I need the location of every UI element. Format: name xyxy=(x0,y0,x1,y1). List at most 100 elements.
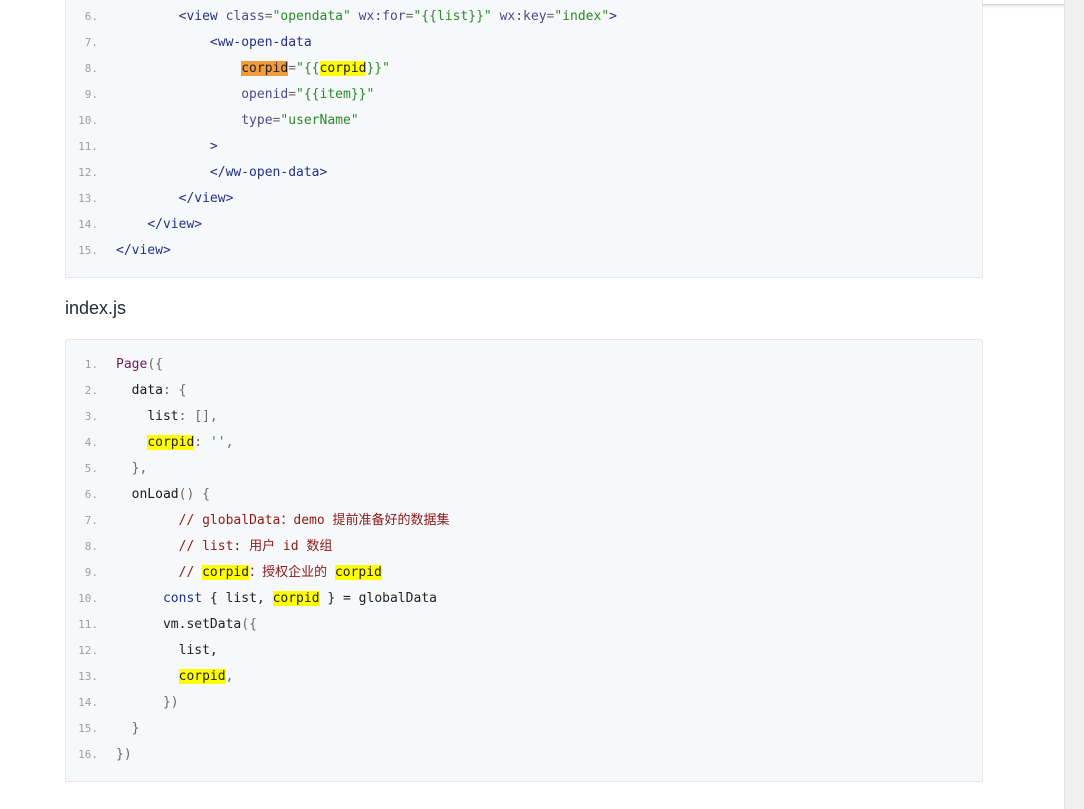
code-token: : [], xyxy=(178,409,218,424)
code-text: type="userName" xyxy=(116,108,358,134)
page-scrollbar[interactable] xyxy=(1064,0,1084,809)
line-number: 4. xyxy=(84,436,98,449)
line-number: 5. xyxy=(84,462,98,475)
line-number: 1. xyxy=(84,358,98,371)
line-number: 13. xyxy=(78,670,98,683)
code-line: 10. type="userName" xyxy=(66,108,982,134)
line-number: 15. xyxy=(78,244,98,257)
code-line: 6. onLoad() { xyxy=(66,482,982,508)
code-token: = xyxy=(288,87,297,102)
code-token: }) xyxy=(116,747,132,762)
line-number: 8. xyxy=(84,62,98,75)
code-token: corpid xyxy=(178,669,226,684)
code-text: } xyxy=(116,716,140,742)
code-token: } = globalData xyxy=(319,591,437,606)
code-text: </view> xyxy=(116,238,171,264)
code-token: "{{list}}" xyxy=(413,9,492,24)
code-line: 5. }, xyxy=(66,456,982,482)
code-text: corpid: '', xyxy=(116,430,233,456)
code-token: data xyxy=(131,383,163,398)
line-number: 7. xyxy=(84,36,98,49)
code-token: const xyxy=(162,591,203,606)
code-token: = xyxy=(264,9,273,24)
line-number: 11. xyxy=(78,618,98,631)
code-token: ({ xyxy=(147,357,163,372)
code-token: '' xyxy=(209,435,226,450)
code-token: > xyxy=(609,9,617,24)
code-line: 9. // corpid：授权企业的 corpid xyxy=(66,560,982,586)
code-text: corpid="{{corpid}}" xyxy=(116,56,390,82)
code-token: wx:for xyxy=(358,9,406,24)
code-token: list xyxy=(147,409,179,424)
code-block-index-js: 1. Page({2. data: {3. list: [], 4. corpid:… xyxy=(65,339,983,782)
code-token: <ww-open-data xyxy=(209,35,312,50)
code-line: 13. </view> xyxy=(66,186,982,212)
code-token: corpid xyxy=(202,565,250,580)
code-line: 15. } xyxy=(66,716,982,742)
code-token: { list, xyxy=(202,591,273,606)
code-token: = xyxy=(288,61,297,76)
line-number: 3. xyxy=(84,410,98,423)
code-token: ：授权企业的 xyxy=(249,565,335,580)
code-text: openid="{{item}}" xyxy=(116,82,374,108)
code-token: onLoad xyxy=(131,487,179,502)
line-number: 13. xyxy=(78,192,98,205)
code-text: // corpid：授权企业的 corpid xyxy=(116,560,382,586)
code-token: </ww-open-data> xyxy=(209,165,328,180)
code-token: }, xyxy=(131,461,148,476)
code-text: }) xyxy=(116,690,179,716)
code-line: 10. const { list, corpid } = globalData xyxy=(66,586,982,612)
code-token: : xyxy=(194,435,210,450)
code-token: <view xyxy=(178,9,226,24)
code-text: <ww-open-data xyxy=(116,30,312,56)
code-line: 16.}) xyxy=(66,742,982,768)
code-line: 12. </ww-open-data> xyxy=(66,160,982,186)
code-token: "index" xyxy=(554,9,610,24)
code-line: 14. </view> xyxy=(66,212,982,238)
line-number: 9. xyxy=(84,566,98,579)
line-number: 12. xyxy=(78,644,98,657)
code-line: 9. openid="{{item}}" xyxy=(66,82,982,108)
code-line: 15. </view> xyxy=(66,238,982,264)
code-token: corpid xyxy=(241,61,289,76)
line-number: 10. xyxy=(78,592,98,605)
line-number: 16. xyxy=(78,748,98,761)
code-line: 8. // list: 用户 id 数组 xyxy=(66,534,982,560)
code-token: "{{item}}" xyxy=(296,87,375,102)
code-line: 11. vm.setData({ xyxy=(66,612,982,638)
code-text: </view> xyxy=(116,212,202,238)
code-token: : { xyxy=(162,383,187,398)
code-line: 7. // globalData：demo 提前准备好的数据集 xyxy=(66,508,982,534)
code-token: // list: 用户 id 数组 xyxy=(178,539,333,554)
code-block-wxml: 6. <view class="opendata" wx:for="{{list… xyxy=(65,0,983,278)
code-token: "opendata" xyxy=(272,9,351,24)
code-token: // xyxy=(178,565,203,580)
code-text: list, xyxy=(116,638,218,664)
line-number: 9. xyxy=(84,88,98,101)
line-number: 15. xyxy=(78,722,98,735)
line-number: 11. xyxy=(78,140,98,153)
code-token: </view> xyxy=(178,191,234,206)
code-token: </view> xyxy=(116,243,171,258)
code-text: onLoad() { xyxy=(116,482,210,508)
code-line: 13. corpid, xyxy=(66,664,982,690)
code-token: ({ xyxy=(241,617,257,632)
code-line: 12. list, xyxy=(66,638,982,664)
line-number: 8. xyxy=(84,540,98,553)
code-line: 2. data: { xyxy=(66,378,982,404)
code-text: const { list, corpid } = globalData xyxy=(116,586,437,612)
